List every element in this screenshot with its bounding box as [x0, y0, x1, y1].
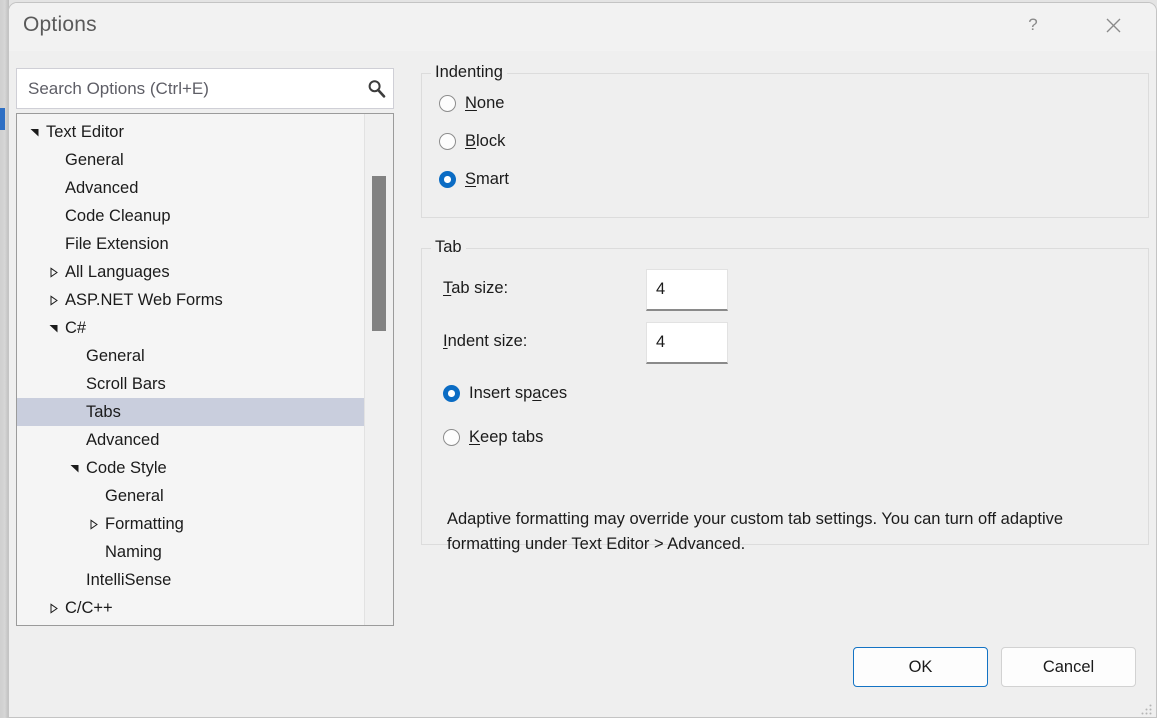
tree-item-c-c[interactable]: C/C++ — [17, 594, 364, 622]
search-box[interactable] — [16, 68, 394, 109]
radio-mark-smart — [439, 171, 456, 188]
chevron-down-icon[interactable] — [27, 125, 41, 139]
tree-item-label: General — [17, 151, 124, 170]
tree-item-label: Advanced — [17, 179, 138, 198]
tree-item-code-cleanup[interactable]: Code Cleanup — [17, 202, 364, 230]
radio-mark-block — [439, 133, 456, 150]
options-tree-panel: Text Editor General Advanced Code Cleanup Fi… — [16, 113, 394, 626]
indenting-group: Indenting None Block Smart — [421, 73, 1149, 218]
close-button[interactable] — [1090, 3, 1136, 47]
radio-indent-block[interactable]: Block — [439, 132, 505, 151]
tab-legend: Tab — [431, 238, 466, 257]
tree-item-label: IntelliSense — [17, 571, 171, 590]
tree-item-scroll-bars[interactable]: Scroll Bars — [17, 370, 364, 398]
title-bar[interactable]: Options ? — [9, 3, 1156, 51]
tab-size-label: Tab size: — [443, 279, 508, 298]
search-input[interactable] — [17, 79, 359, 99]
tree-item-label: General — [17, 487, 164, 506]
ok-button[interactable]: OK — [853, 647, 988, 687]
radio-label-insert-spaces: Insert spaces — [469, 384, 567, 403]
tab-group: Tab Tab size: Indent size: Insert spaces… — [421, 248, 1149, 545]
chevron-right-icon[interactable] — [46, 601, 60, 615]
radio-mark-none — [439, 95, 456, 112]
chevron-right-icon[interactable] — [86, 517, 100, 531]
tree-item-general[interactable]: General — [17, 342, 364, 370]
indent-size-input[interactable] — [646, 322, 728, 364]
chevron-down-icon[interactable] — [67, 461, 81, 475]
chevron-down-icon[interactable] — [46, 321, 60, 335]
tree-item-label: File Extension — [17, 235, 169, 254]
radio-mark-insert-spaces — [443, 385, 460, 402]
tab-size-input[interactable] — [646, 269, 728, 311]
tree-item-label: All Languages — [17, 263, 170, 282]
search-icon — [359, 79, 393, 98]
page-title: Options — [23, 13, 97, 37]
tree-scrollbar-thumb[interactable] — [372, 176, 386, 331]
tree-item-code-style[interactable]: Code Style — [17, 454, 364, 482]
tree-item-tabs[interactable]: Tabs — [17, 398, 364, 426]
tree-item-general[interactable]: General — [17, 146, 364, 174]
tree-item-label: Scroll Bars — [17, 375, 166, 394]
tree-item-formatting[interactable]: Formatting — [17, 510, 364, 538]
tree-item-file-extension[interactable]: File Extension — [17, 230, 364, 258]
tree-scrollbar[interactable] — [364, 114, 393, 625]
help-button[interactable]: ? — [1010, 3, 1056, 47]
tree-item-label: Naming — [17, 543, 162, 562]
resize-grip[interactable] — [1141, 702, 1153, 714]
tree-item-naming[interactable]: Naming — [17, 538, 364, 566]
indenting-legend: Indenting — [431, 63, 507, 82]
tree-item-label: Advanced — [17, 431, 159, 450]
radio-label-keep-tabs: Keep tabs — [469, 428, 543, 447]
tree-item-label: Code Cleanup — [17, 207, 171, 226]
tree-item-c[interactable]: C# — [17, 314, 364, 342]
radio-mark-keep-tabs — [443, 429, 460, 446]
tree-item-general[interactable]: General — [17, 482, 364, 510]
tree-item-all-languages[interactable]: All Languages — [17, 258, 364, 286]
tree-item-label: C/C++ — [17, 599, 113, 618]
options-dialog: Options ? Text Editor General Advanced Code… — [8, 2, 1157, 718]
options-tree[interactable]: Text Editor General Advanced Code Cleanup Fi… — [17, 114, 364, 625]
radio-indent-smart[interactable]: Smart — [439, 170, 509, 189]
tree-item-label: General — [17, 347, 145, 366]
radio-keep-tabs[interactable]: Keep tabs — [443, 428, 543, 447]
radio-label-block: Block — [465, 132, 505, 151]
close-icon — [1106, 18, 1121, 33]
tree-item-advanced[interactable]: Advanced — [17, 426, 364, 454]
tree-item-label: Code Style — [17, 459, 167, 478]
adaptive-formatting-note: Adaptive formatting may override your cu… — [447, 507, 1107, 557]
settings-pane: Indenting None Block Smart Tab Tab size: — [413, 51, 1156, 717]
radio-indent-none[interactable]: None — [439, 94, 504, 113]
tree-item-label: Tabs — [17, 403, 121, 422]
question-mark-icon: ? — [1028, 15, 1037, 35]
tree-item-asp-net-web-forms[interactable]: ASP.NET Web Forms — [17, 286, 364, 314]
tree-item-text-editor[interactable]: Text Editor — [17, 118, 364, 146]
background-accent-bar — [0, 108, 5, 130]
chevron-right-icon[interactable] — [46, 265, 60, 279]
cancel-button[interactable]: Cancel — [1001, 647, 1136, 687]
radio-label-smart: Smart — [465, 170, 509, 189]
tree-item-intellisense[interactable]: IntelliSense — [17, 566, 364, 594]
radio-insert-spaces[interactable]: Insert spaces — [443, 384, 567, 403]
indent-size-label: Indent size: — [443, 332, 527, 351]
chevron-right-icon[interactable] — [46, 293, 60, 307]
radio-label-none: None — [465, 94, 504, 113]
tree-item-label: Formatting — [17, 515, 184, 534]
tree-item-advanced[interactable]: Advanced — [17, 174, 364, 202]
